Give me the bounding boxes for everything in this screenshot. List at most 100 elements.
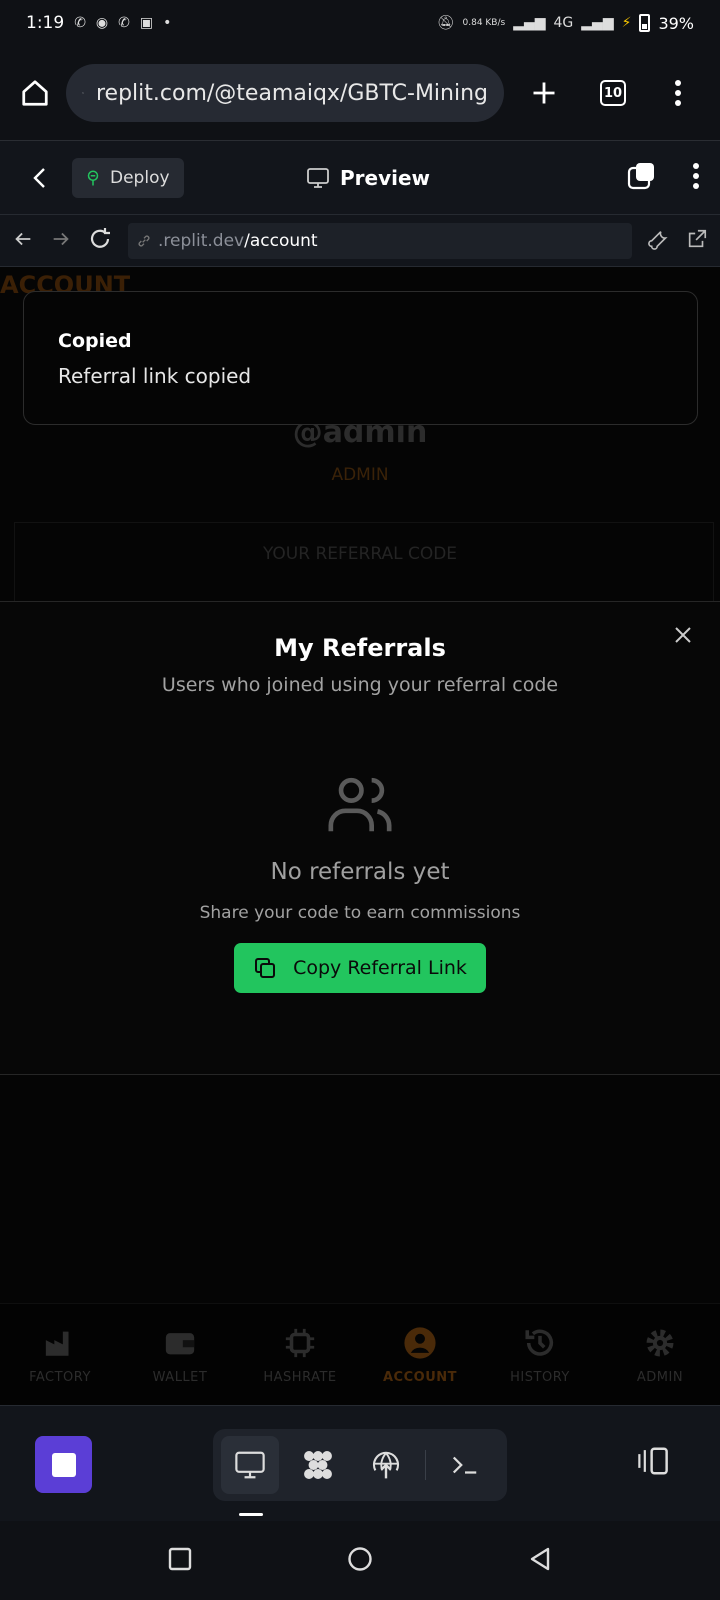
browser-menu-button[interactable]: [674, 79, 682, 107]
nav-account-label: ACCOUNT: [383, 1370, 457, 1385]
home-button[interactable]: [20, 78, 50, 108]
more-vertical-icon: [675, 80, 681, 106]
status-bar: 1:19 ✆ ◉ ✆ ▣ • 🔕︎ 0.84 KB/s ▂▄▆ 4G ▂▄▆ ⚡…: [0, 0, 720, 46]
layout-toggle-button[interactable]: [636, 1446, 670, 1480]
more-vertical-icon: [693, 162, 699, 189]
modal-subtitle: Users who joined using your referral cod…: [161, 674, 559, 696]
copy-referral-link-button[interactable]: Copy Referral Link: [234, 943, 486, 993]
nav-hashrate[interactable]: HASHRATE: [240, 1304, 360, 1405]
toast-notification: Copied Referral link copied: [23, 291, 698, 425]
tool-group: [213, 1429, 507, 1501]
stop-button[interactable]: [35, 1436, 92, 1493]
open-external-button[interactable]: [686, 228, 708, 254]
nav-factory-label: FACTORY: [29, 1370, 91, 1385]
arrow-left-icon: [15, 232, 31, 245]
whatsapp-icon: ◉: [95, 15, 109, 31]
copy-icon: [255, 958, 276, 978]
tab-count: 10: [600, 80, 626, 106]
network-type: 4G: [553, 15, 574, 31]
tabs-button[interactable]: 10: [600, 80, 626, 106]
missed-call-icon-2: ✆: [118, 15, 130, 31]
webview-nav: .replit.dev/account: [0, 215, 720, 267]
external-link-icon: [688, 229, 707, 247]
toast-title: Copied: [58, 330, 132, 352]
referrals-modal: My Referrals Users who joined using your…: [0, 601, 720, 1075]
mute-icon: 🔕︎: [436, 15, 455, 31]
nav-history[interactable]: HISTORY: [480, 1304, 600, 1405]
browser-toolbar: replit.com/@teamaiqx/GBTC-Mining 10: [0, 46, 720, 141]
preview-label: Preview: [340, 165, 431, 190]
nav-history-label: HISTORY: [510, 1370, 570, 1385]
preview-tab[interactable]: Preview: [306, 166, 430, 190]
deploy-icon: [87, 170, 99, 185]
recents-button[interactable]: [168, 1547, 192, 1575]
replit-dock: [0, 1405, 720, 1521]
url-bar[interactable]: replit.com/@teamaiqx/GBTC-Mining: [66, 64, 504, 122]
instagram-icon: ▣: [139, 15, 154, 31]
status-time: 1:19: [26, 13, 65, 33]
address-path: /account: [244, 230, 318, 251]
android-nav-bar: [0, 1521, 720, 1600]
empty-state-title: No referrals yet: [270, 859, 450, 885]
devtools-button[interactable]: [648, 228, 670, 254]
nav-factory[interactable]: FACTORY: [0, 1304, 120, 1405]
new-tab-button[interactable]: [530, 79, 558, 107]
shell-tool[interactable]: [436, 1436, 494, 1494]
referral-code-label: YOUR REFERRAL CODE: [262, 544, 458, 564]
new-window-button[interactable]: [626, 161, 656, 195]
reload-icon: [90, 227, 110, 248]
replit-toolbar: Deploy Preview: [0, 141, 720, 215]
webview-back-button[interactable]: [12, 228, 34, 254]
agent-tool[interactable]: [289, 1436, 347, 1494]
reload-button[interactable]: [88, 227, 112, 255]
link-icon: [138, 234, 150, 247]
deployments-tool[interactable]: [357, 1436, 415, 1494]
empty-state-subtitle: Share your code to earn commissions: [199, 903, 521, 923]
battery-icon: [639, 14, 651, 32]
home-nav-button[interactable]: [347, 1546, 373, 1576]
deploy-button[interactable]: Deploy: [72, 157, 184, 198]
divider: [425, 1450, 426, 1480]
replit-menu-button[interactable]: [692, 162, 700, 194]
url-text: replit.com/@teamaiqx/GBTC-Mining: [95, 80, 488, 106]
network-speed: 0.84 KB/s: [462, 17, 506, 28]
nav-hashrate-label: HASHRATE: [263, 1370, 337, 1385]
nav-account[interactable]: ACCOUNT: [360, 1304, 480, 1405]
modal-title: My Referrals: [274, 634, 446, 662]
chevron-left-icon: [33, 167, 45, 188]
user-role: ADMIN: [331, 465, 389, 485]
user-icon: [404, 1327, 436, 1359]
charging-icon: ⚡: [621, 15, 632, 31]
history-icon: [525, 1329, 554, 1356]
signal-icon: ▂▄▆: [513, 15, 546, 31]
wrench-icon: [648, 230, 668, 250]
plus-icon: [533, 82, 555, 104]
monitor-icon: [235, 1451, 265, 1479]
nav-wallet[interactable]: WALLET: [120, 1304, 240, 1405]
arrow-right-icon: [53, 232, 69, 245]
home-icon: [22, 80, 48, 106]
missed-call-icon: ✆: [74, 15, 86, 31]
webview-address-bar[interactable]: .replit.dev/account: [128, 222, 632, 259]
site-settings-icon: [82, 92, 84, 94]
back-nav-button[interactable]: [528, 1546, 552, 1576]
square-icon: [168, 1547, 191, 1570]
dot-icon: •: [163, 15, 172, 31]
deploy-label: Deploy: [110, 167, 170, 188]
users-icon: [328, 777, 392, 832]
window-icon: [627, 162, 654, 189]
active-tool-indicator: [239, 1513, 263, 1516]
globe-upload-icon: [372, 1451, 400, 1479]
signal-icon-2: ▂▄▆: [581, 15, 614, 31]
wallet-icon: [165, 1333, 195, 1355]
circle-icon: [348, 1546, 372, 1571]
webview-forward-button[interactable]: [50, 228, 72, 254]
webview-tool[interactable]: [221, 1436, 279, 1494]
battery-level: 39%: [658, 13, 694, 33]
back-button[interactable]: [20, 166, 60, 190]
copy-button-label: Copy Referral Link: [293, 957, 467, 979]
stop-icon: [51, 1452, 76, 1477]
toast-message: Referral link copied: [58, 364, 252, 388]
app-bottom-nav: FACTORY WALLET HASHRATE ACCOUNT HISTORY …: [0, 1303, 720, 1405]
nav-admin[interactable]: ADMIN: [600, 1304, 720, 1405]
